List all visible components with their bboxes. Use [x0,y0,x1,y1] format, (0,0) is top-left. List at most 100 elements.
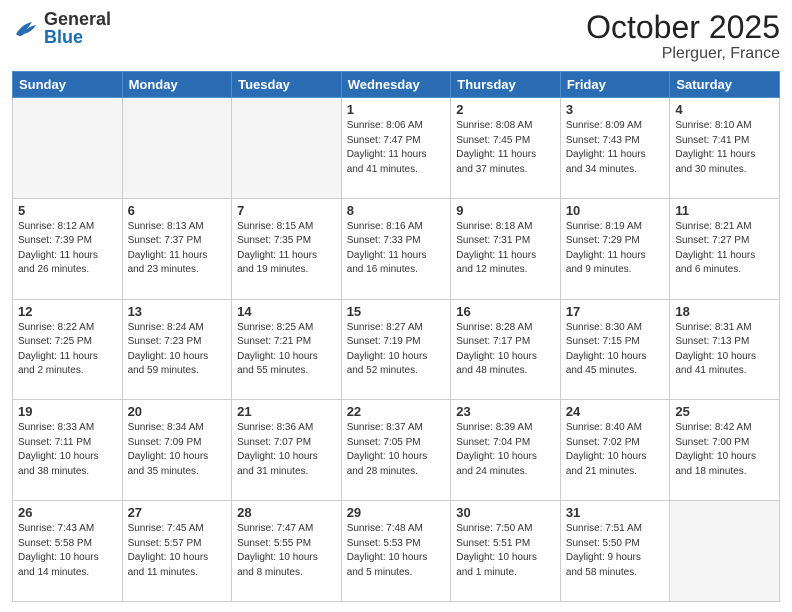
day-info: Sunrise: 8:08 AM Sunset: 7:45 PM Dayligh… [456,119,555,177]
day-info: Sunrise: 8:09 AM Sunset: 7:43 PM Dayligh… [566,119,665,177]
day-number: 4 [675,102,774,117]
calendar-cell: 17 Sunrise: 8:30 AM Sunset: 7:15 PM Dayli… [560,299,670,400]
day-info: Sunrise: 8:30 AM Sunset: 7:15 PM Dayligh… [566,321,665,379]
day-number: 6 [128,203,227,218]
day-number: 30 [456,505,555,520]
calendar-cell: 27 Sunrise: 7:45 AM Sunset: 5:57 PM Dayli… [122,501,232,602]
day-number: 23 [456,404,555,419]
day-info: Sunrise: 8:24 AM Sunset: 7:23 PM Dayligh… [128,321,227,379]
col-friday: Friday [560,72,670,98]
calendar-cell: 8Sunrise: 8:16 AM Sunset: 7:33 PM Daylig… [341,198,451,299]
day-info: Sunrise: 8:13 AM Sunset: 7:37 PM Dayligh… [128,220,227,278]
day-number: 22 [347,404,446,419]
calendar-cell: 25 Sunrise: 8:42 AM Sunset: 7:00 PM Dayli… [670,400,780,501]
day-number: 5 [18,203,117,218]
calendar-cell: 14 Sunrise: 8:25 AM Sunset: 7:21 PM Dayli… [232,299,342,400]
day-number: 8 [347,203,446,218]
day-number: 24 [566,404,665,419]
calendar-cell: 28 Sunrise: 7:47 AM Sunset: 5:55 PM Dayli… [232,501,342,602]
day-info: Sunrise: 8:25 AM Sunset: 7:21 PM Dayligh… [237,321,336,379]
calendar-cell: 9 Sunrise: 8:18 AM Sunset: 7:31 PM Daylig… [451,198,561,299]
calendar-cell: 2 Sunrise: 8:08 AM Sunset: 7:45 PM Daylig… [451,98,561,199]
calendar-cell: 18Sunrise: 8:31 AM Sunset: 7:13 PM Dayli… [670,299,780,400]
calendar-week-0: 1 Sunrise: 8:06 AM Sunset: 7:47 PM Daylig… [13,98,780,199]
day-number: 7 [237,203,336,218]
day-info: Sunrise: 8:21 AM Sunset: 7:27 PM Dayligh… [675,220,774,278]
day-info: Sunrise: 8:10 AM Sunset: 7:41 PM Dayligh… [675,119,774,177]
day-info: Sunrise: 8:27 AM Sunset: 7:19 PM Dayligh… [347,321,446,379]
calendar-cell: 15 Sunrise: 8:27 AM Sunset: 7:19 PM Dayli… [341,299,451,400]
day-info: Sunrise: 8:15 AM Sunset: 7:35 PM Dayligh… [237,220,336,278]
day-info: Sunrise: 8:34 AM Sunset: 7:09 PM Dayligh… [128,421,227,479]
calendar-header-row: Sunday Monday Tuesday Wednesday Thursday… [13,72,780,98]
day-number: 14 [237,304,336,319]
day-info: Sunrise: 8:18 AM Sunset: 7:31 PM Dayligh… [456,220,555,278]
col-wednesday: Wednesday [341,72,451,98]
calendar-cell: 12 Sunrise: 8:22 AM Sunset: 7:25 PM Dayli… [13,299,123,400]
day-info: Sunrise: 8:22 AM Sunset: 7:25 PM Dayligh… [18,321,117,379]
day-number: 13 [128,304,227,319]
day-info: Sunrise: 8:36 AM Sunset: 7:07 PM Dayligh… [237,421,336,479]
day-number: 19 [18,404,117,419]
calendar-cell: 24 Sunrise: 8:40 AM Sunset: 7:02 PM Dayli… [560,400,670,501]
day-info: Sunrise: 8:33 AM Sunset: 7:11 PM Dayligh… [18,421,117,479]
month-title: October 2025 [586,10,780,45]
calendar-cell: 30 Sunrise: 7:50 AM Sunset: 5:51 PM Dayli… [451,501,561,602]
calendar-cell: 5 Sunrise: 8:12 AM Sunset: 7:39 PM Daylig… [13,198,123,299]
calendar-cell: 11 Sunrise: 8:21 AM Sunset: 7:27 PM Dayli… [670,198,780,299]
calendar-cell: 3Sunrise: 8:09 AM Sunset: 7:43 PM Daylig… [560,98,670,199]
calendar-cell [13,98,123,199]
day-info: Sunrise: 8:06 AM Sunset: 7:47 PM Dayligh… [347,119,446,177]
day-number: 21 [237,404,336,419]
day-number: 28 [237,505,336,520]
day-info: Sunrise: 7:47 AM Sunset: 5:55 PM Dayligh… [237,522,336,580]
calendar-cell: 31 Sunrise: 7:51 AM Sunset: 5:50 PM Dayli… [560,501,670,602]
calendar-cell: 7 Sunrise: 8:15 AM Sunset: 7:35 PM Daylig… [232,198,342,299]
calendar-cell: 21 Sunrise: 8:36 AM Sunset: 7:07 PM Dayli… [232,400,342,501]
day-number: 15 [347,304,446,319]
calendar-cell: 20 Sunrise: 8:34 AM Sunset: 7:09 PM Dayli… [122,400,232,501]
calendar-week-1: 5 Sunrise: 8:12 AM Sunset: 7:39 PM Daylig… [13,198,780,299]
page: General Blue October 2025 Plerguer, Fran… [0,0,792,612]
col-thursday: Thursday [451,72,561,98]
day-number: 20 [128,404,227,419]
logo: General Blue [12,10,111,46]
day-number: 11 [675,203,774,218]
calendar-week-2: 12 Sunrise: 8:22 AM Sunset: 7:25 PM Dayli… [13,299,780,400]
col-sunday: Sunday [13,72,123,98]
day-number: 31 [566,505,665,520]
day-info: Sunrise: 7:48 AM Sunset: 5:53 PM Dayligh… [347,522,446,580]
day-info: Sunrise: 8:42 AM Sunset: 7:00 PM Dayligh… [675,421,774,479]
calendar-cell: 29Sunrise: 7:48 AM Sunset: 5:53 PM Dayli… [341,501,451,602]
calendar-cell: 22 Sunrise: 8:37 AM Sunset: 7:05 PM Dayli… [341,400,451,501]
calendar-week-4: 26Sunrise: 7:43 AM Sunset: 5:58 PM Dayli… [13,501,780,602]
logo-general-text: General [44,9,111,29]
day-number: 16 [456,304,555,319]
day-info: Sunrise: 8:39 AM Sunset: 7:04 PM Dayligh… [456,421,555,479]
calendar-cell: 1 Sunrise: 8:06 AM Sunset: 7:47 PM Daylig… [341,98,451,199]
calendar-cell: 4 Sunrise: 8:10 AM Sunset: 7:41 PM Daylig… [670,98,780,199]
calendar-cell: 10Sunrise: 8:19 AM Sunset: 7:29 PM Dayli… [560,198,670,299]
day-number: 9 [456,203,555,218]
day-number: 25 [675,404,774,419]
day-number: 2 [456,102,555,117]
calendar-cell: 6 Sunrise: 8:13 AM Sunset: 7:37 PM Daylig… [122,198,232,299]
day-info: Sunrise: 8:37 AM Sunset: 7:05 PM Dayligh… [347,421,446,479]
day-number: 27 [128,505,227,520]
day-number: 17 [566,304,665,319]
day-info: Sunrise: 7:51 AM Sunset: 5:50 PM Dayligh… [566,522,665,580]
logo-bird-icon [12,16,40,40]
day-info: Sunrise: 7:43 AM Sunset: 5:58 PM Dayligh… [18,522,117,580]
title-block: October 2025 Plerguer, France [586,10,780,63]
calendar-cell [232,98,342,199]
calendar-cell: 23 Sunrise: 8:39 AM Sunset: 7:04 PM Dayli… [451,400,561,501]
day-info: Sunrise: 7:50 AM Sunset: 5:51 PM Dayligh… [456,522,555,580]
calendar-cell [670,501,780,602]
calendar-cell: 19 Sunrise: 8:33 AM Sunset: 7:11 PM Dayli… [13,400,123,501]
day-number: 12 [18,304,117,319]
day-number: 1 [347,102,446,117]
location: Plerguer, France [586,45,780,63]
day-info: Sunrise: 8:12 AM Sunset: 7:39 PM Dayligh… [18,220,117,278]
day-info: Sunrise: 7:45 AM Sunset: 5:57 PM Dayligh… [128,522,227,580]
day-info: Sunrise: 8:40 AM Sunset: 7:02 PM Dayligh… [566,421,665,479]
